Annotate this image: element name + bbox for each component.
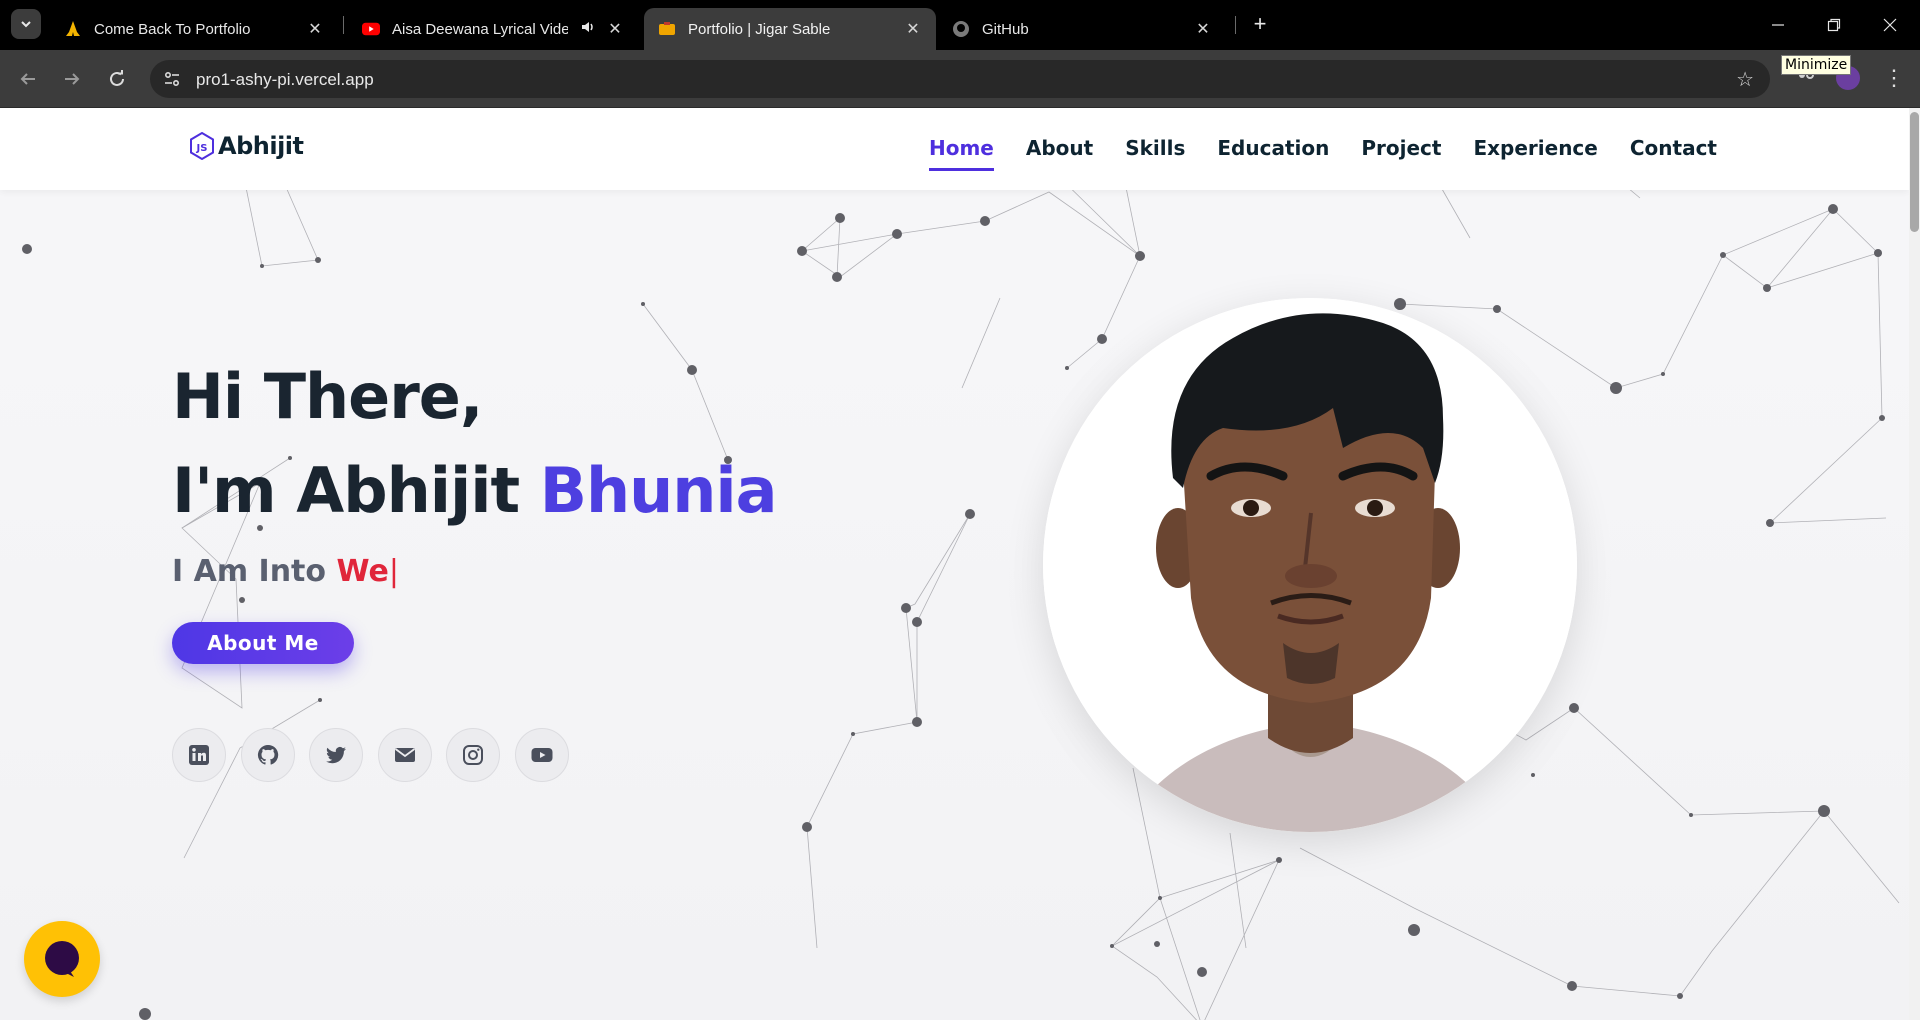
- chat-widget-button[interactable]: [24, 921, 100, 997]
- hero-name-last: Bhunia: [539, 454, 778, 527]
- hero-typed-line: I Am Into We|: [172, 554, 399, 589]
- nodejs-hexagon-icon: JS: [190, 132, 214, 160]
- chat-bubble-icon: [45, 941, 79, 977]
- chevron-down-icon: [21, 21, 31, 28]
- nav-skills[interactable]: Skills: [1125, 136, 1185, 171]
- linkedin-link[interactable]: [172, 728, 226, 782]
- menu-kebab-icon[interactable]: ⋮: [1882, 64, 1906, 92]
- nav-contact[interactable]: Contact: [1630, 136, 1717, 171]
- close-icon: [1883, 18, 1897, 32]
- tab-search-button[interactable]: [11, 9, 41, 39]
- page-scrollbar[interactable]: [1909, 108, 1920, 1020]
- tab-come-back[interactable]: Come Back To Portfolio ✕: [50, 8, 338, 50]
- hero-name-first: I'm Abhijit: [172, 454, 540, 527]
- tab-title: Aisa Deewana Lyrical Video: [392, 20, 568, 38]
- arrow-right-icon: [65, 73, 80, 85]
- brand-name: Abhijit: [218, 132, 304, 160]
- youtube-link[interactable]: [514, 728, 569, 782]
- forward-button[interactable]: [56, 63, 88, 95]
- tab-title: GitHub: [982, 20, 1029, 38]
- restore-button[interactable]: [1806, 0, 1862, 50]
- tab-title: Portfolio | Jigar Sable: [688, 20, 831, 38]
- close-icon[interactable]: ✕: [306, 19, 324, 39]
- twitter-link[interactable]: [309, 728, 363, 782]
- github-link[interactable]: [240, 728, 295, 782]
- youtube-icon: [362, 20, 380, 38]
- back-button[interactable]: [12, 63, 44, 95]
- profile-photo: [1043, 298, 1577, 832]
- nav-project[interactable]: Project: [1361, 136, 1441, 171]
- typed-cursor: |: [388, 554, 399, 589]
- nav-about[interactable]: About: [1026, 136, 1093, 171]
- tab-portfolio[interactable]: Portfolio | Jigar Sable ✕: [644, 8, 936, 50]
- close-icon[interactable]: ✕: [904, 19, 922, 39]
- nav-experience[interactable]: Experience: [1473, 136, 1597, 171]
- typed-prefix: I Am Into: [172, 554, 337, 589]
- reload-button[interactable]: [101, 63, 133, 95]
- twitter-icon: [326, 746, 346, 764]
- hero-name: I'm Abhijit Bhunia: [172, 454, 777, 527]
- bookmark-star-icon[interactable]: ☆: [1736, 67, 1754, 92]
- praying-hands-icon: [64, 20, 82, 38]
- reload-icon: [110, 70, 124, 86]
- github-icon: [257, 744, 278, 765]
- minimize-icon: [1772, 24, 1784, 26]
- site-navbar: JS Abhijit Home About Skills Education P…: [0, 108, 1909, 190]
- minimize-tooltip: Minimize: [1781, 55, 1852, 75]
- close-icon[interactable]: ✕: [1194, 19, 1212, 39]
- address-bar[interactable]: pro1-ashy-pi.vercel.app ☆: [150, 60, 1770, 98]
- nav-education[interactable]: Education: [1217, 136, 1329, 171]
- tab-youtube[interactable]: Aisa Deewana Lyrical Video ✕: [348, 8, 638, 50]
- svg-text:JS: JS: [196, 143, 208, 154]
- profile-photo-portrait: [1043, 298, 1577, 832]
- new-tab-button[interactable]: +: [1246, 10, 1274, 38]
- email-link[interactable]: [377, 728, 432, 782]
- about-me-button[interactable]: About Me: [172, 622, 354, 664]
- tab-title: Come Back To Portfolio: [94, 20, 251, 38]
- close-icon[interactable]: ✕: [606, 19, 624, 39]
- youtube-icon: [531, 748, 552, 762]
- tab-divider: [343, 16, 344, 34]
- restore-icon: [1827, 18, 1841, 32]
- hero-greeting: Hi There,: [172, 360, 483, 433]
- linkedin-icon: [189, 745, 209, 765]
- minimize-button[interactable]: [1750, 0, 1806, 50]
- typed-word: We: [336, 554, 389, 589]
- envelope-icon: [394, 748, 415, 762]
- url-text: pro1-ashy-pi.vercel.app: [196, 70, 374, 89]
- tab-github[interactable]: GitHub ✕: [938, 8, 1226, 50]
- portfolio-icon: [658, 20, 676, 38]
- github-icon: [952, 20, 970, 38]
- browser-toolbar: pro1-ashy-pi.vercel.app ☆ ⋮: [0, 50, 1920, 108]
- speaker-icon[interactable]: [580, 19, 596, 39]
- brand-logo[interactable]: JS Abhijit: [190, 132, 304, 160]
- nav-links: Home About Skills Education Project Expe…: [897, 136, 1717, 171]
- instagram-icon: [463, 745, 483, 765]
- page-viewport: JS Abhijit Home About Skills Education P…: [0, 108, 1920, 1020]
- social-links: [172, 728, 583, 782]
- arrow-left-icon: [20, 73, 35, 85]
- nav-home[interactable]: Home: [928, 136, 994, 171]
- scrollbar-thumb[interactable]: [1910, 112, 1919, 232]
- close-window-button[interactable]: [1862, 0, 1918, 50]
- instagram-link[interactable]: [446, 728, 500, 782]
- tab-divider: [1235, 16, 1236, 34]
- site-info-icon[interactable]: [162, 69, 182, 89]
- browser-tab-bar: Come Back To Portfolio ✕ Aisa Deewana Ly…: [0, 0, 1920, 50]
